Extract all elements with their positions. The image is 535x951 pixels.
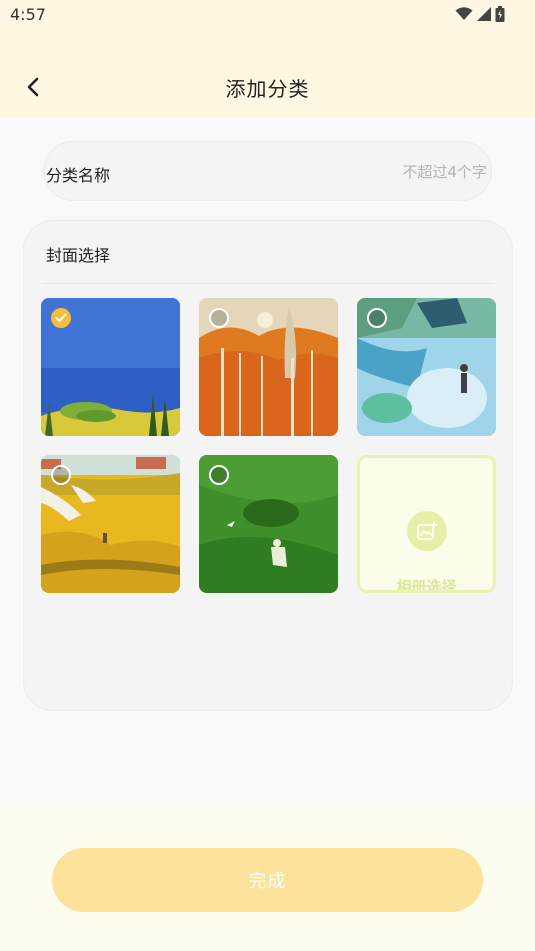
status-icons	[455, 6, 505, 22]
page-title: 添加分类	[225, 77, 310, 101]
cover-option-3[interactable]	[357, 298, 496, 436]
cover-option-4[interactable]	[41, 455, 180, 593]
cover-option-1[interactable]	[41, 298, 180, 436]
checkbox-unchecked[interactable]	[367, 308, 387, 328]
checkbox-checked[interactable]	[51, 308, 71, 328]
cover-option-5[interactable]	[199, 455, 338, 593]
wifi-icon	[455, 7, 473, 20]
done-button[interactable]: 完成	[52, 848, 483, 912]
battery-icon	[495, 6, 505, 22]
category-name-label: 分类名称	[46, 166, 111, 185]
album-select-label: 相册选择	[396, 578, 457, 593]
category-name-field[interactable]: 分类名称	[43, 141, 492, 201]
status-time: 4:57	[10, 5, 46, 24]
check-icon	[55, 313, 67, 322]
category-name-input[interactable]	[225, 156, 489, 188]
divider	[42, 283, 494, 284]
cover-selection-card: 封面选择 相册选择	[23, 220, 513, 711]
album-icon-circle	[407, 511, 447, 551]
signal-icon	[477, 7, 491, 21]
status-bar: 4:57	[0, 0, 535, 30]
checkbox-unchecked[interactable]	[209, 308, 229, 328]
album-select-button[interactable]: 相册选择	[357, 455, 496, 593]
checkbox-unchecked[interactable]	[209, 465, 229, 485]
cover-selection-title: 封面选择	[46, 246, 111, 265]
checkbox-unchecked[interactable]	[51, 465, 71, 485]
add-image-icon	[417, 521, 438, 540]
footer: 完成	[0, 807, 535, 951]
top-bar: 4:57 添加分类	[0, 0, 535, 118]
cover-option-2[interactable]	[199, 298, 338, 436]
